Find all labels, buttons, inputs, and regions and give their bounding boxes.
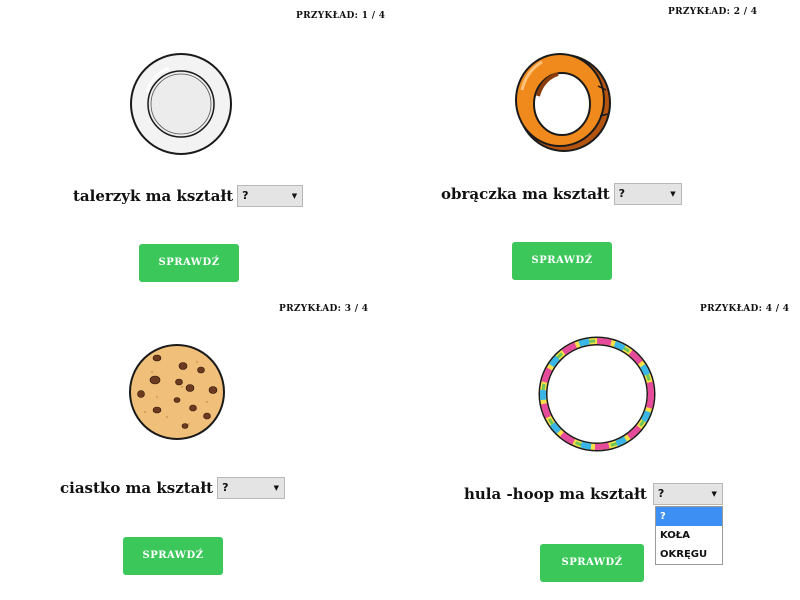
shape-select-dropdown: ? KOŁA OKRĘGU: [655, 506, 723, 565]
question-text: talerzyk ma kształt: [73, 187, 234, 205]
example-panel-4: PRZYKŁAD: 4 / 4 hula -hoop ma kształt ? …: [400, 300, 800, 600]
shape-select-value: ?: [618, 187, 626, 200]
cookie-icon: [129, 344, 225, 440]
example-panel-1: PRZYKŁAD: 1 / 4 talerzyk ma kształt ? ▼ …: [0, 0, 400, 300]
hula-hoop-icon: [538, 336, 656, 452]
question-row: hula -hoop ma kształt ? ▼: [464, 483, 723, 505]
chevron-down-icon: ▼: [711, 490, 717, 498]
dropdown-option[interactable]: KOŁA: [656, 526, 722, 545]
example-counter: PRZYKŁAD: 3 / 4: [279, 304, 369, 314]
check-button[interactable]: SPRAWDŹ: [540, 544, 644, 582]
example-panel-2: PRZYKŁAD: 2 / 4 obrączka ma kształt ? ▼ …: [400, 0, 800, 300]
ring-icon: [515, 53, 611, 152]
plate-icon: [130, 53, 232, 155]
question-text: obrączka ma kształt: [441, 185, 610, 203]
dropdown-option[interactable]: ?: [656, 507, 722, 526]
example-panel-3: PRZYKŁAD: 3 / 4 ciastko ma kształt ? ▼ S…: [0, 300, 400, 600]
shape-select[interactable]: ? ▼: [652, 483, 723, 505]
shape-select[interactable]: ? ▼: [237, 185, 304, 207]
chevron-down-icon: ▼: [291, 192, 298, 200]
example-counter: PRZYKŁAD: 1 / 4: [296, 11, 386, 21]
check-button[interactable]: SPRAWDŹ: [139, 244, 239, 282]
example-counter: PRZYKŁAD: 2 / 4: [668, 7, 758, 17]
dropdown-option[interactable]: OKRĘGU: [656, 545, 722, 564]
shape-select-value: ?: [657, 487, 665, 500]
shape-select-value: ?: [222, 481, 229, 494]
check-button[interactable]: SPRAWDŹ: [123, 537, 223, 575]
question-row: ciastko ma kształt ? ▼: [60, 477, 286, 499]
question-text: ciastko ma kształt: [60, 479, 214, 497]
chevron-down-icon: ▼: [273, 484, 280, 492]
question-text: hula -hoop ma kształt: [464, 485, 647, 503]
check-button[interactable]: SPRAWDŹ: [512, 242, 612, 280]
example-counter: PRZYKŁAD: 4 / 4: [700, 304, 790, 314]
shape-select-value: ?: [242, 189, 249, 202]
shape-select[interactable]: ? ▼: [613, 183, 682, 205]
shape-select[interactable]: ? ▼: [217, 477, 286, 499]
question-row: talerzyk ma kształt ? ▼: [73, 185, 304, 207]
chevron-down-icon: ▼: [670, 190, 676, 198]
question-row: obrączka ma kształt ? ▼: [441, 183, 682, 205]
